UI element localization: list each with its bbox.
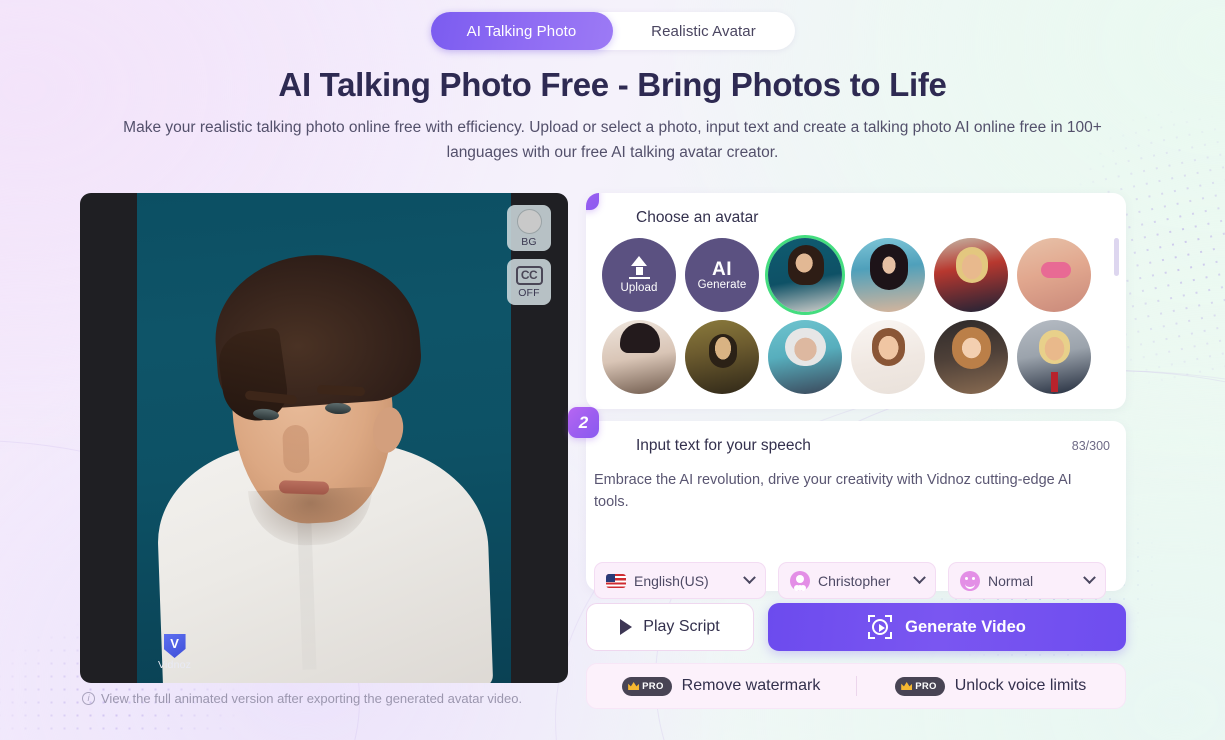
choose-avatar-header: Choose an avatar [636, 207, 1110, 229]
tab-realistic-avatar[interactable]: Realistic Avatar [613, 12, 795, 50]
pro-badge-label: PRO [915, 680, 937, 692]
generate-label: Generate [697, 278, 747, 291]
character-counter: 83/300 [1071, 439, 1110, 453]
input-text-title: Input text for your speech [636, 437, 811, 454]
step-2-badge: 2 [568, 407, 599, 438]
background-circle-icon [516, 208, 542, 234]
upload-icon: Upload [602, 238, 676, 312]
subtitle-line-1: Make your realistic talking photo online… [123, 119, 952, 136]
avatar-photo [137, 193, 511, 683]
choose-avatar-title: Choose an avatar [636, 209, 759, 226]
avatar-option-woman-pink[interactable] [1017, 238, 1091, 312]
choose-avatar-card: 1 Choose an avatar Upload [586, 193, 1126, 409]
step-1-badge: 1 [586, 193, 599, 210]
tab-label: AI Talking Photo [466, 22, 577, 40]
watermark-label: Vidnoz [158, 659, 192, 671]
crown-icon [901, 682, 913, 690]
avatar-option-woman-beach[interactable] [851, 238, 925, 312]
chevron-down-icon [913, 571, 926, 585]
avatar-option-mona-lisa[interactable] [685, 320, 759, 394]
avatar-option-trump-portrait[interactable] [1017, 320, 1091, 394]
voice-settings-row: English(US) Christopher Normal [594, 562, 1110, 599]
voice-value: Christopher [818, 572, 891, 589]
preview-caption: i View the full animated version after e… [80, 691, 568, 706]
pro-badge: PRO [895, 676, 945, 696]
play-icon [620, 619, 633, 635]
avatar-option-woman-lingerie[interactable] [602, 320, 676, 394]
chevron-down-icon [743, 571, 756, 585]
generate-video-button[interactable]: Generate Video [768, 603, 1126, 651]
smiley-icon [960, 570, 980, 591]
bg-button-label: BG [521, 235, 537, 248]
vidnoz-logo-icon [163, 634, 186, 658]
info-icon: i [82, 692, 95, 705]
avatar-option-man-teal[interactable] [768, 238, 842, 312]
style-select[interactable]: Normal [948, 562, 1106, 599]
play-script-label: Play Script [643, 618, 720, 635]
avatar-option-cartoon-woman[interactable] [934, 320, 1008, 394]
avatar-scrollbar[interactable] [1114, 238, 1119, 383]
remove-watermark-label: Remove watermark [681, 677, 821, 694]
language-select[interactable]: English(US) [594, 562, 766, 599]
script-textarea[interactable]: Embrace the AI revolution, drive your cr… [594, 469, 1110, 513]
mode-tab-switcher: AI Talking Photo Realistic Avatar [430, 12, 795, 50]
generate-video-label: Generate Video [905, 617, 1026, 636]
pro-badge-label: PRO [642, 680, 664, 692]
crown-icon [628, 682, 640, 690]
photo-lips [278, 480, 330, 495]
language-value: English(US) [634, 572, 709, 589]
watermark: Vidnoz [158, 634, 191, 671]
avatar-option-trump-flag[interactable] [934, 238, 1008, 312]
video-preview[interactable]: BG CC OFF Vidnoz [80, 193, 568, 683]
us-flag-icon [606, 573, 626, 588]
preview-column: BG CC OFF Vidnoz i View the full animate… [80, 193, 568, 706]
main-stage: BG CC OFF Vidnoz i View the full animate… [80, 193, 1145, 709]
cc-state-label: OFF [518, 286, 540, 299]
avatar-upload-button[interactable]: Upload [602, 238, 676, 312]
ai-generate-icon: AI Generate [685, 238, 759, 312]
generate-video-icon [868, 615, 893, 639]
background-button[interactable]: BG [507, 205, 551, 251]
page-title: AI Talking Photo Free - Bring Photos to … [278, 66, 947, 103]
hero-section: AI Talking Photo Free - Bring Photos to … [0, 63, 1225, 165]
person-icon [790, 570, 810, 591]
avatar-ai-generate-button[interactable]: AI Generate [685, 238, 759, 312]
controls-column: 1 Choose an avatar Upload [568, 193, 1126, 709]
style-value: Normal [988, 572, 1034, 589]
input-text-header: Input text for your speech 83/300 [636, 435, 1110, 457]
unlock-voice-limits-label: Unlock voice limits [954, 677, 1087, 694]
pro-badge: PRO [622, 676, 672, 696]
input-text-card: 2 Input text for your speech 83/300 Embr… [568, 407, 1126, 599]
avatar-option-einstein[interactable] [768, 320, 842, 394]
play-script-button[interactable]: Play Script [586, 603, 754, 651]
unlock-voice-limits-item[interactable]: PRO Unlock voice limits [857, 676, 1126, 696]
photo-nose [282, 424, 310, 474]
preview-caption-text: View the full animated version after exp… [101, 691, 523, 706]
action-buttons-row: Play Script Generate Video [586, 603, 1126, 651]
avatar-upload-label: Upload [620, 282, 658, 295]
voice-select[interactable]: Christopher [778, 562, 936, 599]
captions-button[interactable]: CC OFF [507, 259, 551, 305]
chevron-down-icon [1083, 571, 1096, 585]
page-subtitle: Make your realistic talking photo online… [118, 116, 1108, 165]
closed-caption-icon: CC [515, 265, 543, 285]
avatar-grid: Upload AI Generate [594, 238, 1110, 394]
ai-label: AI [712, 258, 732, 280]
preview-controls: BG CC OFF [507, 205, 551, 305]
tab-label: Realistic Avatar [651, 22, 756, 40]
tab-ai-talking-photo[interactable]: AI Talking Photo [430, 12, 613, 50]
remove-watermark-item[interactable]: PRO Remove watermark [587, 676, 856, 696]
avatar-option-cartoon-man[interactable] [851, 320, 925, 394]
scrollbar-thumb[interactable] [1114, 238, 1119, 276]
pro-features-row: PRO Remove watermark PRO Unlock voice li… [586, 663, 1126, 709]
